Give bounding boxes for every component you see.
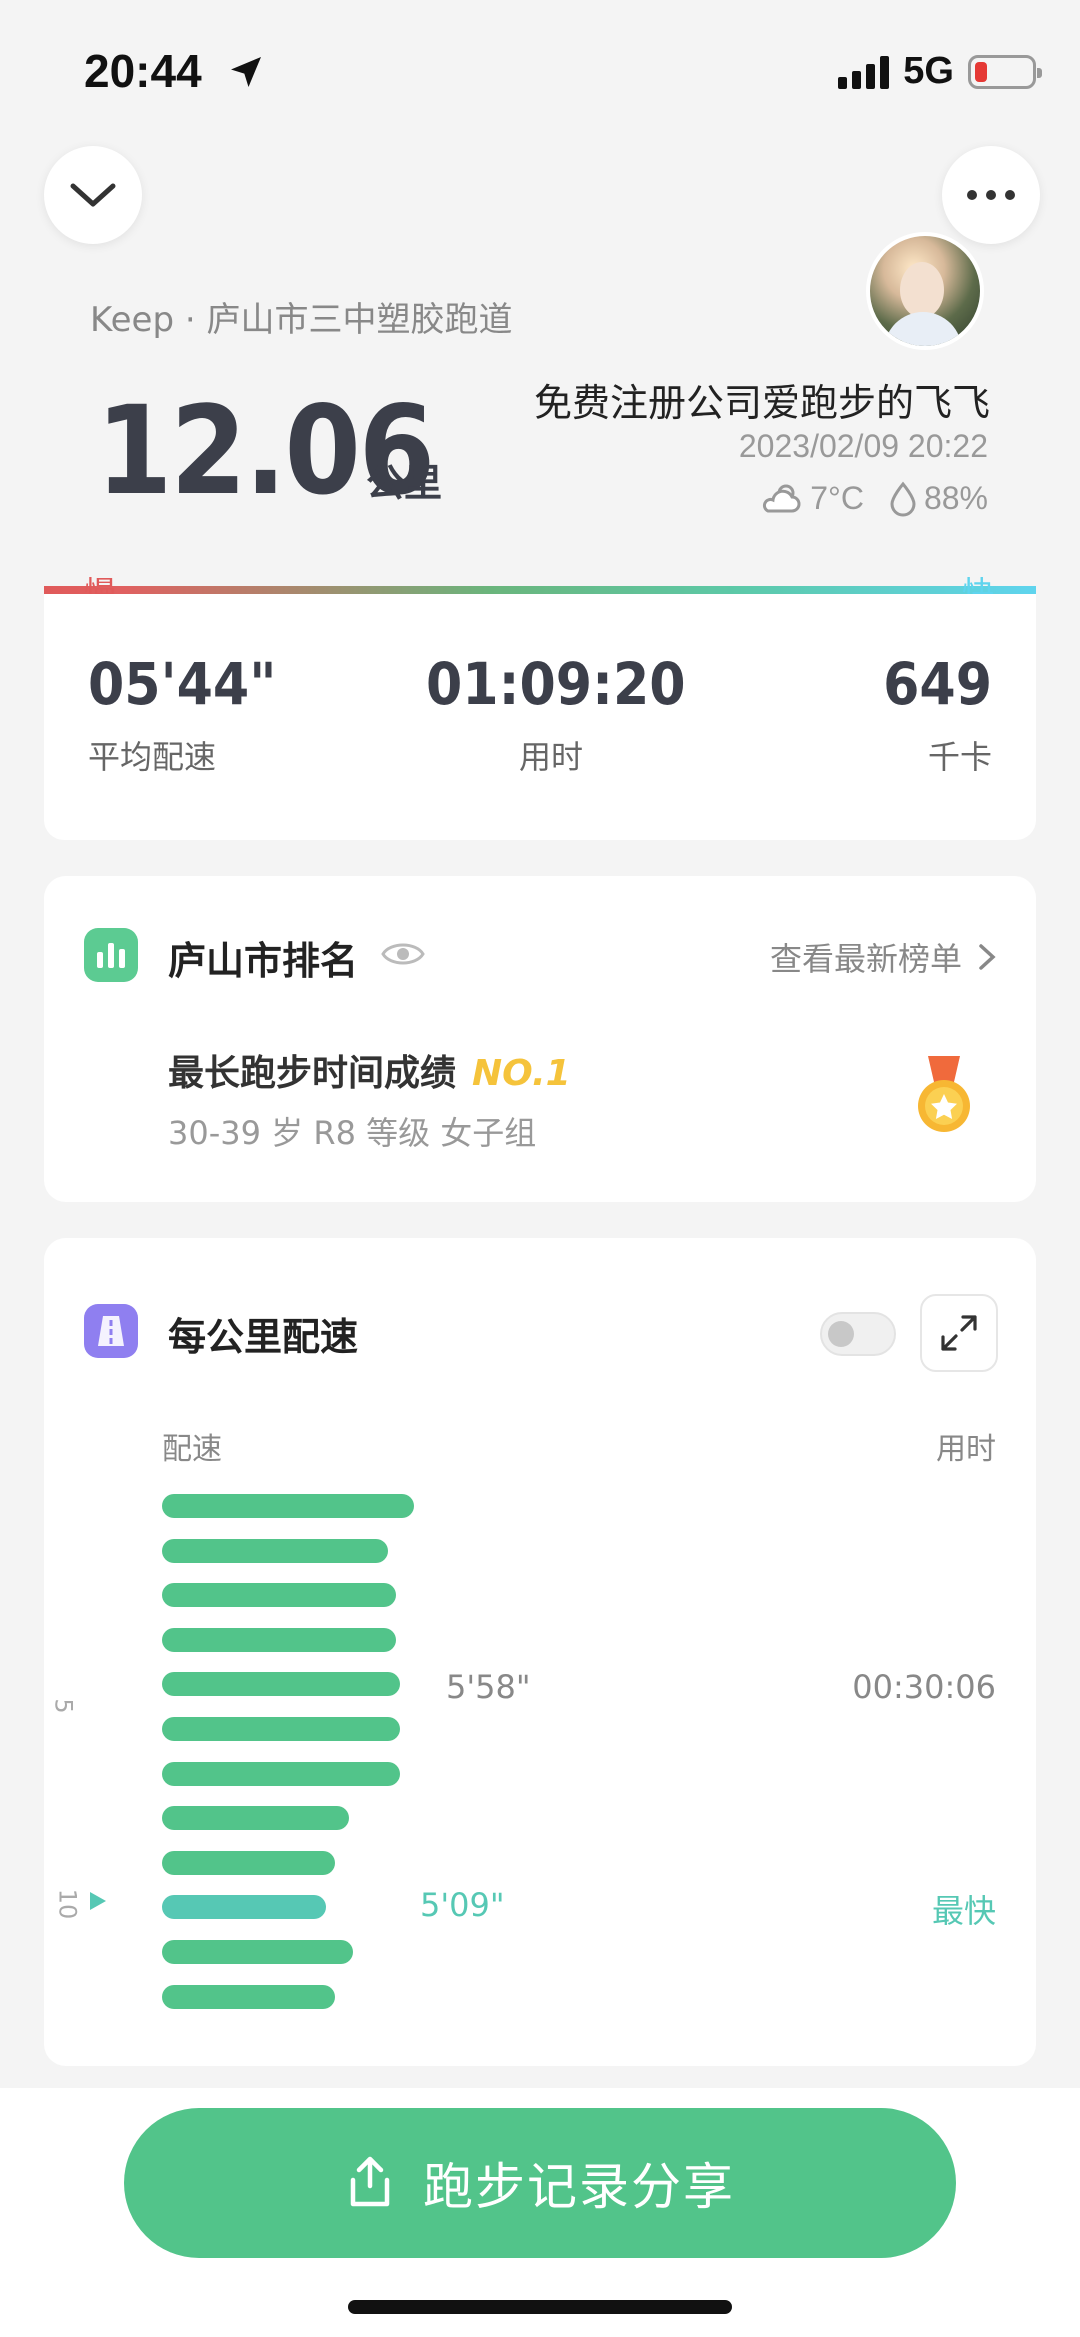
chevron-right-icon xyxy=(979,944,996,970)
distance-unit: 公里 xyxy=(366,461,443,505)
view-leaderboard-label: 查看最新榜单 xyxy=(769,940,962,978)
achievement-row: 最长跑步时间成绩 NO.1 xyxy=(168,1044,571,1096)
split-bar-km-4 xyxy=(162,1627,396,1652)
medal-icon xyxy=(912,1054,976,1140)
ranking-title: 庐山市排名 xyxy=(168,939,359,983)
share-label: 跑步记录分享 xyxy=(423,2158,735,2216)
share-icon xyxy=(350,2156,390,2207)
split-bar-km-9 xyxy=(162,1850,335,1875)
view-leaderboard-link[interactable]: 查看最新榜单 xyxy=(770,934,996,980)
temperature: 7°C xyxy=(810,480,864,516)
stats-card: 05'44" 平均配速 01:09:20 用时 649 千卡 xyxy=(44,594,1036,840)
network-label: 5G xyxy=(903,50,954,92)
signal-icon xyxy=(838,55,890,89)
pace-gradient-bar xyxy=(44,586,1036,594)
ranking-card: 庐山市排名 查看最新榜单 最长跑步时间成绩 NO.1 30-39 岁 R8 等级… xyxy=(44,876,1036,1202)
status-time: 20:44 xyxy=(84,45,202,97)
split-bar-km-2 xyxy=(162,1538,388,1563)
split-bar-km-7 xyxy=(162,1761,400,1786)
km-mark-10: 10 xyxy=(53,1888,82,1920)
share-button[interactable]: 跑步记录分享 xyxy=(124,2108,956,2258)
stat-avg-pace: 05'44" 平均配速 xyxy=(88,650,276,778)
stat-duration: 01:09:20 用时 xyxy=(426,650,686,778)
calories-label: 千卡 xyxy=(927,738,992,776)
splits-card: 每公里配速 配速 用时 5 5'58" 00:30:06 10 5'09" 最快 xyxy=(44,1238,1036,2066)
fastest-label: 最快 xyxy=(931,1892,996,1930)
more-button[interactable] xyxy=(942,146,1040,244)
location-arrow-icon xyxy=(226,52,266,96)
droplet-icon xyxy=(890,481,916,516)
split-bar-km-3 xyxy=(162,1583,396,1608)
run-datetime: 2023/02/09 20:22 xyxy=(738,428,988,464)
humidity: 88% xyxy=(923,480,988,516)
split-bar-km-8 xyxy=(162,1806,349,1831)
weather-info: 7°C 88% xyxy=(760,480,988,517)
time-km5: 00:30:06 xyxy=(852,1668,996,1706)
split-bar-km-12 xyxy=(162,1984,335,2009)
cloud-sun-icon xyxy=(763,484,801,512)
status-indicators: 5G xyxy=(838,50,1042,93)
avatar[interactable] xyxy=(866,232,984,350)
collapse-button[interactable] xyxy=(44,146,142,244)
calories-value: 649 xyxy=(883,650,992,718)
km-mark-5: 5 xyxy=(49,1698,78,1714)
chevron-down-icon xyxy=(70,183,116,207)
split-bar-km-6 xyxy=(162,1717,400,1741)
ranking-group: 30-39 岁 R8 等级 女子组 xyxy=(168,1114,537,1152)
fastest-marker-icon xyxy=(88,1890,108,1916)
pace-km10: 5'09" xyxy=(420,1886,505,1924)
avg-pace-value: 05'44" xyxy=(88,650,277,718)
split-bar-km-11 xyxy=(162,1940,353,1964)
split-bar-km-10 xyxy=(162,1895,326,1920)
username[interactable]: 免费注册公司爱跑步的飞飞 xyxy=(534,372,990,427)
split-bars-chart xyxy=(44,1238,1036,2066)
split-bar-km-1 xyxy=(162,1494,414,1518)
run-source: Keep · 庐山市三中塑胶跑道 xyxy=(90,300,513,340)
rank-badge: NO.1 xyxy=(472,1053,571,1094)
ranking-chart-icon xyxy=(84,928,138,982)
avg-pace-label: 平均配速 xyxy=(88,738,217,776)
battery-icon xyxy=(968,54,1042,89)
more-dots-icon xyxy=(967,190,1015,200)
home-indicator xyxy=(348,2300,732,2314)
duration-label: 用时 xyxy=(518,738,583,776)
achievement-text: 最长跑步时间成绩 xyxy=(168,1053,457,1094)
duration-value: 01:09:20 xyxy=(426,650,686,718)
eye-icon[interactable] xyxy=(380,934,426,978)
split-bar-km-5 xyxy=(162,1672,400,1697)
stat-calories: 649 千卡 xyxy=(883,650,992,778)
pace-km5: 5'58" xyxy=(446,1668,531,1706)
